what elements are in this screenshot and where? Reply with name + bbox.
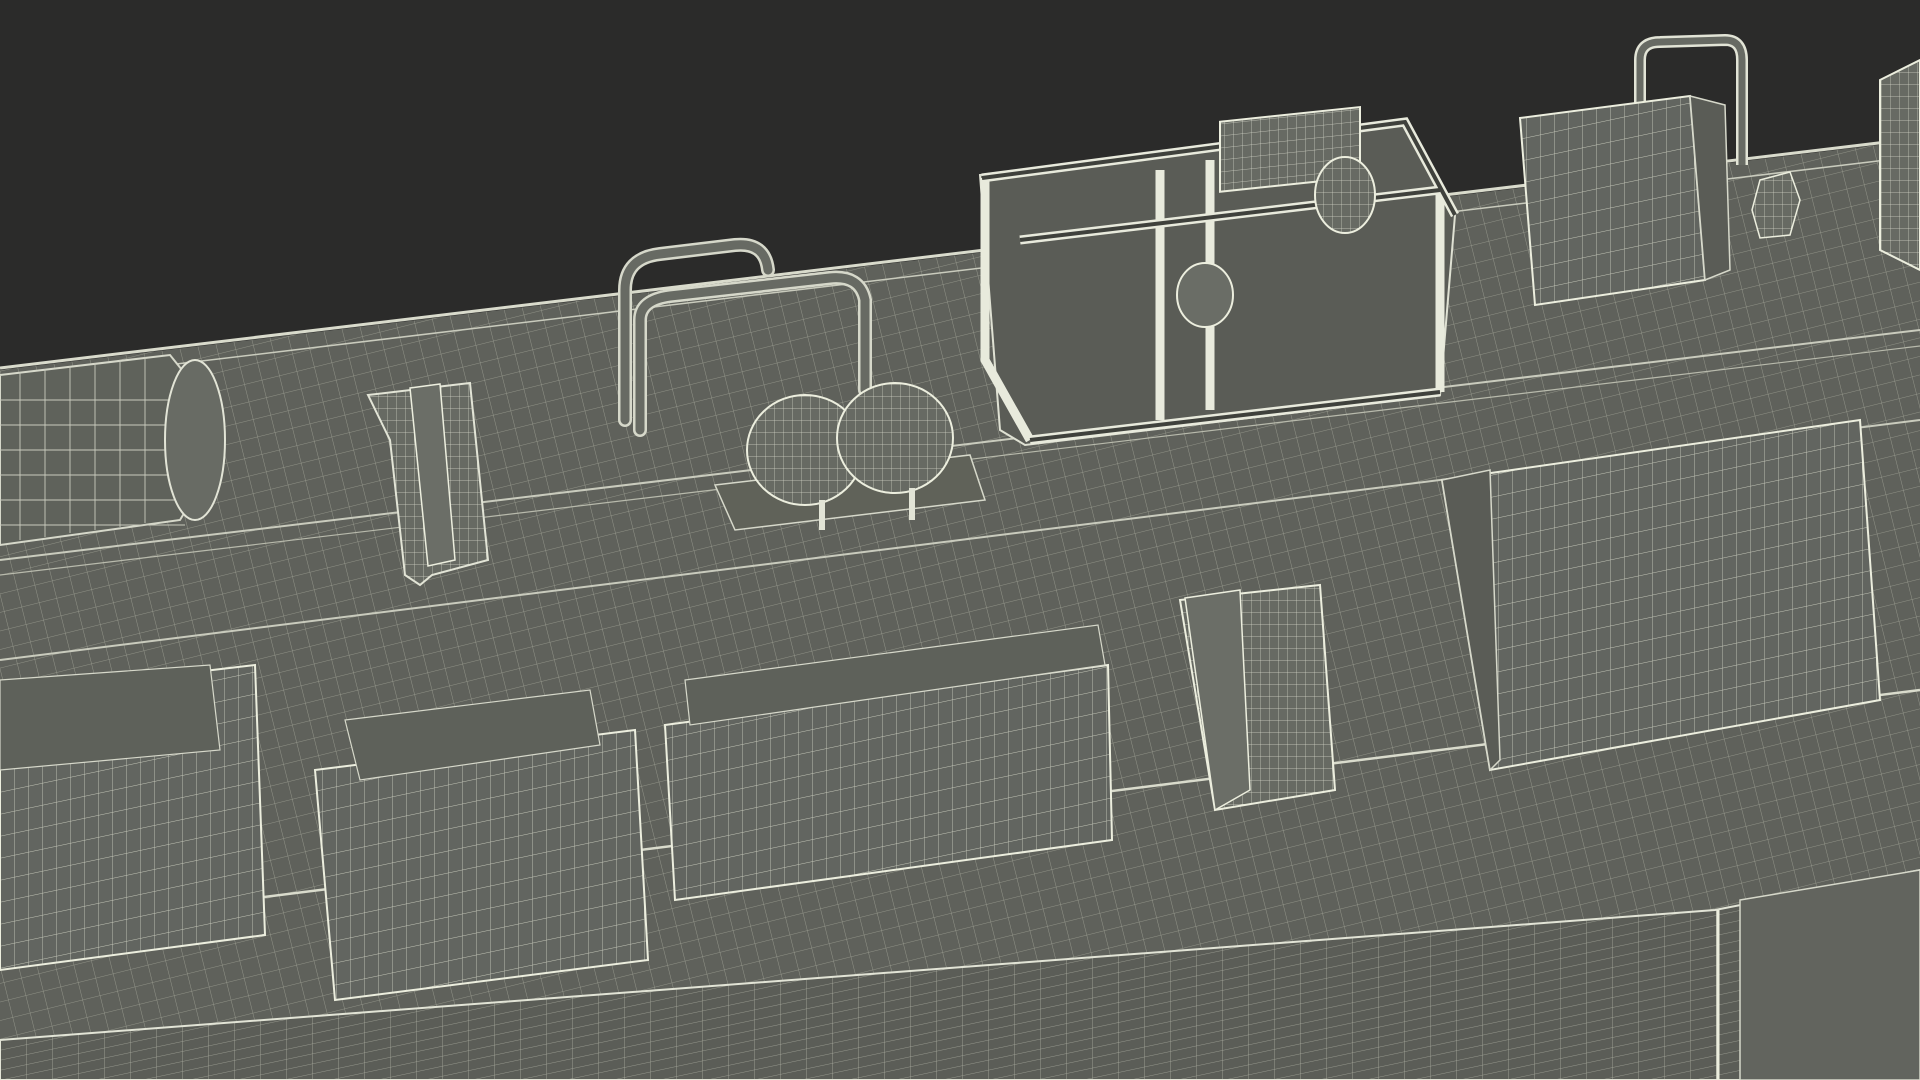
battery-box-left	[0, 663, 267, 972]
left-tank	[0, 353, 226, 547]
wireframe-scene	[0, 0, 1920, 1080]
render-viewport	[0, 0, 1920, 1080]
battery-box-mid-left	[313, 689, 650, 1002]
